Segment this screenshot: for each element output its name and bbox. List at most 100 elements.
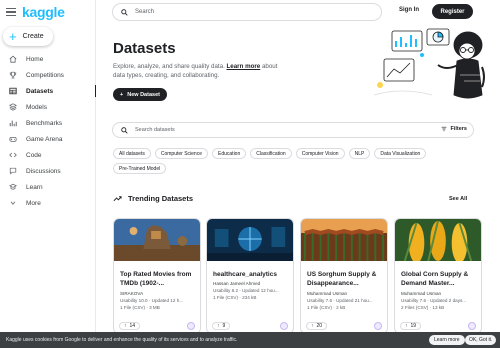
discussion-icon: [9, 167, 17, 175]
avatar: [468, 322, 476, 330]
sidebar-item-models[interactable]: Models: [0, 99, 96, 115]
create-button[interactable]: + Create: [3, 27, 53, 46]
illustration-charts: [373, 28, 450, 96]
sidebar: kaggle + Create Home Competitions Datase…: [0, 0, 96, 348]
cookie-ok-button[interactable]: OK, Got it.: [465, 335, 497, 345]
sidebar-item-label: Home: [26, 55, 44, 63]
vote-count: 20: [316, 323, 323, 329]
card-title: healthcare_analytics: [213, 271, 277, 278]
cookie-banner: Kaggle uses cookies from Google to deliv…: [0, 332, 500, 348]
models-icon: [9, 103, 17, 111]
card-usability: Usability 7.6 · Updated 21 hou...: [307, 298, 373, 303]
cookie-learn-more-button[interactable]: Learn more: [429, 335, 465, 345]
menu-icon[interactable]: [6, 8, 16, 16]
sidebar-header: kaggle: [0, 0, 95, 24]
sidebar-item-label: Code: [26, 151, 42, 159]
sidebar-item-label: Learn: [26, 183, 43, 191]
chip-all-datasets[interactable]: All datasets: [113, 148, 151, 159]
see-all-link[interactable]: See All: [449, 196, 467, 202]
card-footer: ↑ 20: [306, 321, 382, 331]
avatar: [374, 322, 382, 330]
chip-education[interactable]: Education: [212, 148, 247, 159]
sidebar-item-discussions[interactable]: Discussions: [0, 163, 96, 179]
register-button[interactable]: Register: [432, 4, 473, 19]
arrow-up-icon: ↑: [311, 323, 314, 329]
page-title: Datasets: [113, 40, 176, 57]
dataset-card[interactable]: healthcare_analytics Hassan Jameel Ahmed…: [206, 218, 294, 334]
sidebar-item-label: Benchmarks: [26, 119, 63, 127]
filters-label: Filters: [450, 126, 467, 132]
search-input[interactable]: Search: [112, 3, 382, 21]
sidebar-item-more[interactable]: More: [0, 195, 96, 211]
sidebar-item-label: Discussions: [26, 167, 61, 175]
upvote-button[interactable]: ↑ 14: [119, 322, 141, 330]
filters-button[interactable]: Filters: [441, 126, 467, 132]
sidebar-item-home[interactable]: Home: [0, 51, 96, 67]
cookie-text: Kaggle uses cookies from Google to deliv…: [6, 337, 238, 343]
sign-in-link[interactable]: Sign In: [399, 7, 419, 13]
upvote-button[interactable]: ↑ 9: [212, 322, 231, 330]
sidebar-item-label: More: [26, 199, 41, 207]
dataset-search-placeholder: Search datasets: [135, 127, 175, 133]
category-chips: All datasets Computer Science Education …: [113, 148, 483, 174]
sidebar-item-code[interactable]: Code: [0, 147, 96, 163]
card-files: 1 File (CSV) · 3 MB: [120, 305, 160, 310]
trending-header: Trending Datasets: [113, 194, 193, 203]
upvote-button[interactable]: ↑ 19: [400, 322, 422, 330]
chip-data-visualization[interactable]: Data Visualization: [374, 148, 427, 159]
sidebar-item-datasets[interactable]: Datasets: [0, 83, 96, 99]
card-footer: ↑ 9: [212, 321, 288, 331]
sidebar-item-label: Datasets: [26, 87, 54, 95]
card-footer: ↑ 14: [119, 321, 195, 331]
sidebar-item-game-arena[interactable]: Game Arena: [0, 131, 96, 147]
arrow-up-icon: ↑: [217, 323, 220, 329]
dataset-search-input[interactable]: Search datasets Filters: [112, 122, 474, 138]
kaggle-logo[interactable]: kaggle: [22, 4, 65, 20]
home-icon: [9, 55, 17, 63]
card-footer: ↑ 19: [400, 321, 476, 331]
chip-pre-trained-model[interactable]: Pre-Trained Model: [113, 163, 167, 174]
dataset-card[interactable]: Top Rated Movies from TMDb (1902-... SIR…: [113, 218, 201, 334]
search-icon: [121, 8, 128, 16]
vote-count: 9: [222, 323, 226, 329]
arrow-up-icon: ↑: [124, 323, 127, 329]
card-usability: Usability 10.0 · Updated 12 h...: [120, 298, 184, 303]
search-placeholder: Search: [135, 9, 155, 15]
card-author: Hassan Jameel Ahmed: [213, 281, 261, 286]
sidebar-item-competitions[interactable]: Competitions: [0, 67, 96, 83]
avatar: [187, 322, 195, 330]
card-usability: Usability 7.6 · Updated 2 days...: [401, 298, 467, 303]
chip-classification[interactable]: Classification: [250, 148, 292, 159]
code-icon: [9, 151, 17, 159]
create-label: Create: [22, 33, 44, 40]
chip-computer-vision[interactable]: Computer Vision: [295, 148, 345, 159]
card-author: Muhammad Usman: [307, 291, 348, 296]
learn-more-link[interactable]: Learn more: [227, 63, 261, 70]
filter-icon: [442, 126, 447, 132]
chip-nlp[interactable]: NLP: [348, 148, 371, 159]
card-files: 1 File (CSV) · 2 kB: [307, 305, 346, 310]
new-dataset-button[interactable]: + New Dataset: [113, 88, 167, 101]
vote-count: 19: [410, 323, 417, 329]
trending-title: Trending Datasets: [128, 194, 194, 203]
table-icon: [9, 87, 17, 95]
card-title: US Sorghum Supply & Disappearance...: [307, 271, 377, 287]
card-files: 1 File (CSV) · 234 kB: [213, 295, 257, 300]
trending-icon: [113, 196, 122, 202]
dataset-card[interactable]: US Sorghum Supply & Disappearance... Muh…: [300, 218, 388, 334]
upvote-button[interactable]: ↑ 20: [306, 322, 328, 330]
card-title: Global Corn Supply & Demand Master...: [401, 271, 469, 287]
dataset-card[interactable]: Global Corn Supply & Demand Master... Mu…: [394, 218, 482, 334]
search-icon: [121, 126, 128, 134]
vote-count: 14: [129, 323, 136, 329]
sidebar-item-label: Models: [26, 103, 47, 111]
description-text: Explore, analyze, and share quality data…: [113, 63, 227, 70]
plus-icon: +: [9, 28, 17, 44]
sidebar-item-learn[interactable]: Learn: [0, 179, 96, 195]
sidebar-item-benchmarks[interactable]: Benchmarks: [0, 115, 96, 131]
card-usability: Usability 8.2 · Updated 12 hou...: [213, 288, 279, 293]
chip-computer-science[interactable]: Computer Science: [154, 148, 208, 159]
chevron-down-icon: [9, 199, 17, 207]
new-dataset-label: New Dataset: [127, 91, 160, 98]
dataset-thumbnail: [395, 219, 481, 263]
